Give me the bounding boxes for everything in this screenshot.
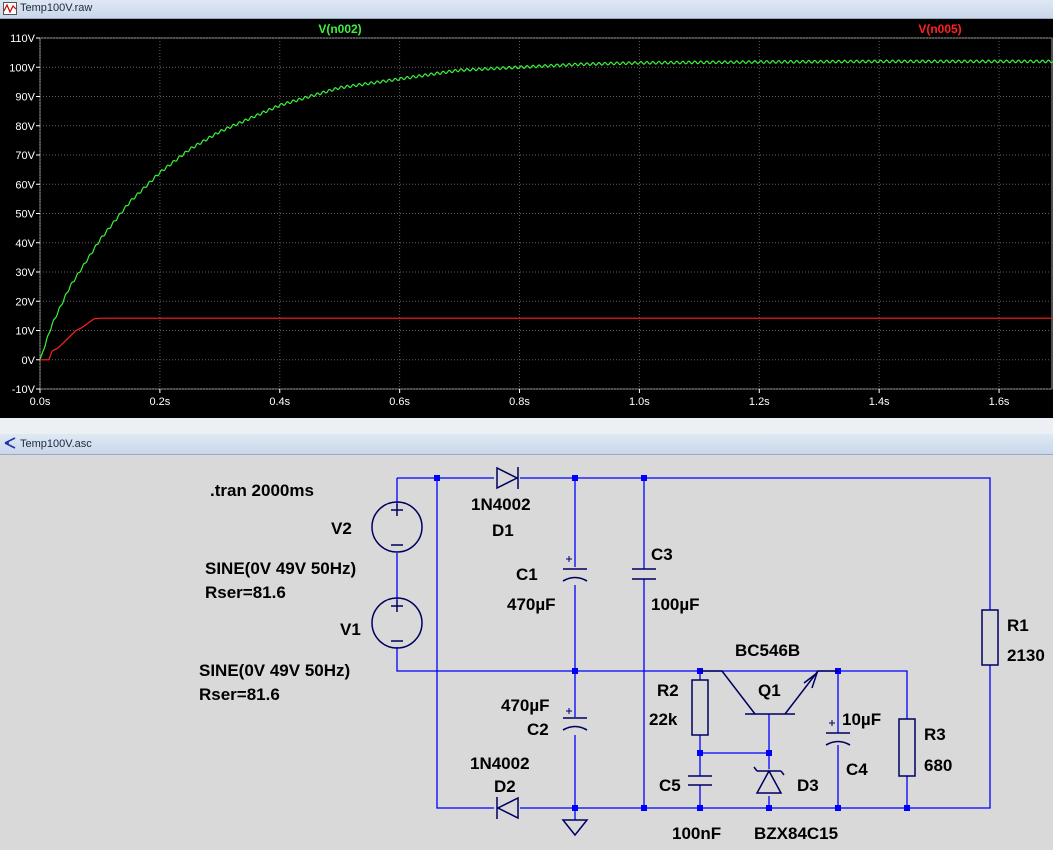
- x-tick-label: 0.0s: [30, 396, 51, 408]
- schematic-window-title: Temp100V.asc: [20, 438, 92, 450]
- c1-value: 470µF: [507, 595, 556, 614]
- r2-value: 22k: [649, 710, 678, 729]
- y-tick-label: 10V: [15, 326, 35, 338]
- schematic-canvas[interactable]: .tran 2000ms V2 SINE(0V 49V 50Hz) Rser=8…: [0, 455, 1053, 850]
- q1-name: Q1: [758, 681, 781, 700]
- r2-name: R2: [657, 681, 679, 700]
- d2-name: D2: [494, 777, 516, 796]
- c5-value: 100nF: [672, 824, 721, 843]
- schematic-icon: [3, 436, 17, 455]
- v2-value-line1: SINE(0V 49V 50Hz): [205, 559, 356, 578]
- d2-model: 1N4002: [470, 754, 530, 773]
- v2-name: V2: [331, 519, 352, 538]
- x-tick-label: 0.2s: [149, 396, 170, 408]
- d1-name: D1: [492, 521, 514, 540]
- y-tick-label: 60V: [15, 179, 35, 191]
- schematic-window-titlebar[interactable]: Temp100V.asc: [0, 434, 1053, 455]
- y-tick-label: 40V: [15, 238, 35, 250]
- c4-value: 10µF: [842, 710, 881, 729]
- d1-model: 1N4002: [471, 495, 531, 514]
- waveform-window-titlebar[interactable]: Temp100V.raw: [0, 0, 1053, 19]
- c2-name: C2: [527, 720, 549, 739]
- waveform-window-title: Temp100V.raw: [20, 2, 93, 14]
- y-tick-label: 50V: [15, 209, 35, 221]
- y-tick-label: 110V: [10, 33, 36, 45]
- y-tick-label: 90V: [15, 92, 35, 104]
- c2-value: 470µF: [501, 696, 550, 715]
- r1-value: 2130: [1007, 646, 1045, 665]
- window-separator: [0, 418, 1053, 434]
- d3-name: D3: [797, 776, 819, 795]
- v1-name: V1: [340, 620, 361, 639]
- x-tick-label: 0.6s: [389, 396, 410, 408]
- y-tick-label: 20V: [15, 296, 35, 308]
- tran-directive[interactable]: .tran 2000ms: [210, 481, 314, 500]
- x-tick-label: 1.0s: [629, 396, 650, 408]
- y-tick-label: -10V: [12, 384, 36, 396]
- waveform-icon: [3, 2, 17, 20]
- x-tick-label: 1.4s: [869, 396, 890, 408]
- y-tick-label: 0V: [22, 355, 36, 367]
- x-tick-label: 1.2s: [749, 396, 770, 408]
- trace-label-vn002[interactable]: V(n002): [318, 22, 361, 36]
- y-tick-label: 70V: [15, 150, 35, 162]
- v2-value-line2: Rser=81.6: [205, 583, 286, 602]
- c3-name: C3: [651, 545, 673, 564]
- r3-value: 680: [924, 756, 952, 775]
- trace-label-vn005[interactable]: V(n005): [918, 22, 961, 36]
- waveform-plot[interactable]: 110V 100V 90V 80V 70V 60V 50V 40V 30V 20V 10V 0V -10…: [0, 19, 1053, 418]
- r1-name: R1: [1007, 616, 1029, 635]
- q1-model: BC546B: [735, 641, 800, 660]
- x-tick-label: 1.6s: [989, 396, 1010, 408]
- y-tick-label: 100V: [9, 62, 35, 74]
- plot-background: [0, 19, 1053, 418]
- c4-name: C4: [846, 760, 868, 779]
- y-tick-label: 30V: [15, 267, 35, 279]
- c5-name: C5: [659, 776, 681, 795]
- x-tick-label: 0.4s: [269, 396, 290, 408]
- d3-model: BZX84C15: [754, 824, 838, 843]
- schematic-background: [0, 455, 1053, 850]
- v1-value-line1: SINE(0V 49V 50Hz): [199, 661, 350, 680]
- c3-value: 100µF: [651, 595, 700, 614]
- x-tick-label: 0.8s: [509, 396, 530, 408]
- c1-name: C1: [516, 565, 538, 584]
- y-tick-label: 80V: [15, 121, 35, 133]
- v1-value-line2: Rser=81.6: [199, 685, 280, 704]
- r3-name: R3: [924, 725, 946, 744]
